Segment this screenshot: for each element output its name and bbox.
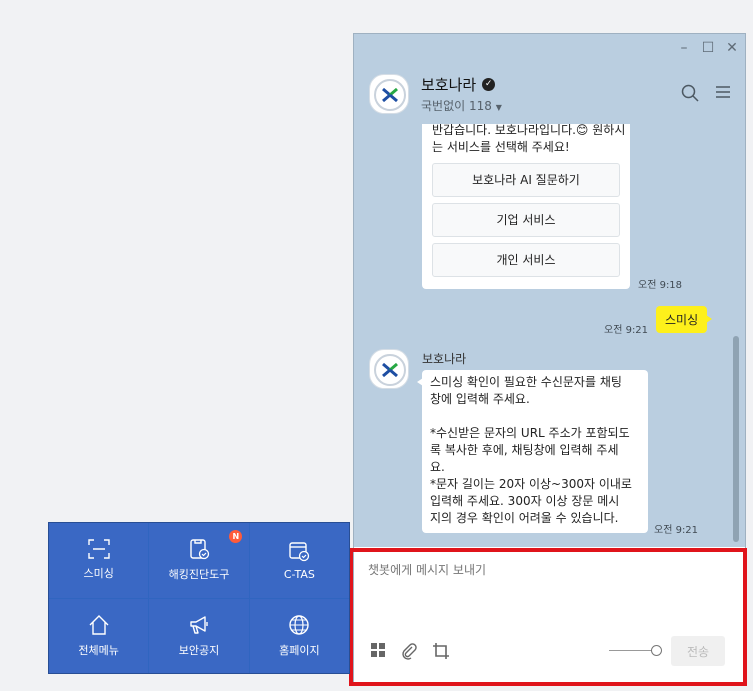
search-icon[interactable] xyxy=(681,84,699,102)
header-actions xyxy=(681,84,731,102)
timestamp: 오전 9:21 xyxy=(604,325,649,336)
input-area: 전송 xyxy=(354,547,745,682)
window-check-icon xyxy=(289,542,310,561)
enterprise-service-button[interactable]: 기업 서비스 xyxy=(432,203,620,237)
menu-all[interactable]: 전체메뉴 xyxy=(49,598,149,673)
timestamp: 오전 9:18 xyxy=(638,280,683,291)
slider-knob[interactable] xyxy=(651,645,662,656)
avatar[interactable] xyxy=(369,74,409,114)
verified-icon: ✓ xyxy=(482,78,496,91)
sender-name: 보호나라 xyxy=(422,352,467,366)
home-icon xyxy=(89,614,109,635)
bot-reply: 스미싱 확인이 필요한 수신문자를 채팅 창에 입력해 주세요. *수신받은 문… xyxy=(417,370,648,533)
clipboard-check-icon xyxy=(190,539,210,560)
menu-smishing[interactable]: 스미싱 xyxy=(49,523,149,598)
chat-window: – ☐ ✕ 보호나라 ✓ 국번없이 118 ▼ 반갑습니다. 보호나라입니다.😊… xyxy=(353,33,746,683)
globe-icon xyxy=(289,615,310,635)
scrollbar[interactable] xyxy=(733,336,739,542)
megaphone-icon xyxy=(190,616,208,634)
crop-icon[interactable] xyxy=(432,642,450,660)
user-message: 스미싱 xyxy=(656,306,713,333)
font-size-slider[interactable] xyxy=(609,645,662,656)
menu-hacking-diagnostic[interactable]: 해킹진단도구 N xyxy=(149,523,249,598)
avatar[interactable] xyxy=(369,349,409,389)
menu-homepage[interactable]: 홈페이지 xyxy=(249,598,349,673)
message-input[interactable] xyxy=(366,559,730,623)
timestamp: 오전 9:21 xyxy=(654,525,699,536)
ai-question-button[interactable]: 보호나라 AI 질문하기 xyxy=(432,163,620,197)
room-subtitle[interactable]: 국번없이 118 ▼ xyxy=(421,97,502,114)
greeting-card: 반갑습니다. 보호나라입니다.😊 원하시 는 서비스를 선택해 주세요! 보호나… xyxy=(422,124,630,289)
input-toolbar xyxy=(370,642,450,660)
message-list: 반갑습니다. 보호나라입니다.😊 원하시 는 서비스를 선택해 주세요! 보호나… xyxy=(354,124,745,549)
scan-icon xyxy=(87,539,110,559)
grid-icon[interactable] xyxy=(370,642,386,658)
new-badge: N xyxy=(229,530,243,543)
logo-icon xyxy=(374,354,406,386)
attach-icon[interactable] xyxy=(400,642,418,660)
room-name: 보호나라 ✓ xyxy=(421,74,496,95)
send-button[interactable]: 전송 xyxy=(671,636,725,666)
menu-ctas[interactable]: C-TAS xyxy=(249,523,349,598)
personal-service-button[interactable]: 개인 서비스 xyxy=(432,243,620,277)
quick-menu: 스미싱 해킹진단도구 N C-TAS 전체메뉴 보안공지 홈페이지 xyxy=(48,522,350,674)
menu-security-notice[interactable]: 보안공지 xyxy=(149,598,249,673)
menu-icon[interactable] xyxy=(715,84,731,100)
chat-header: 보호나라 ✓ 국번없이 118 ▼ xyxy=(354,34,745,114)
logo-icon xyxy=(374,79,406,111)
chevron-down-icon: ▼ xyxy=(495,103,502,112)
